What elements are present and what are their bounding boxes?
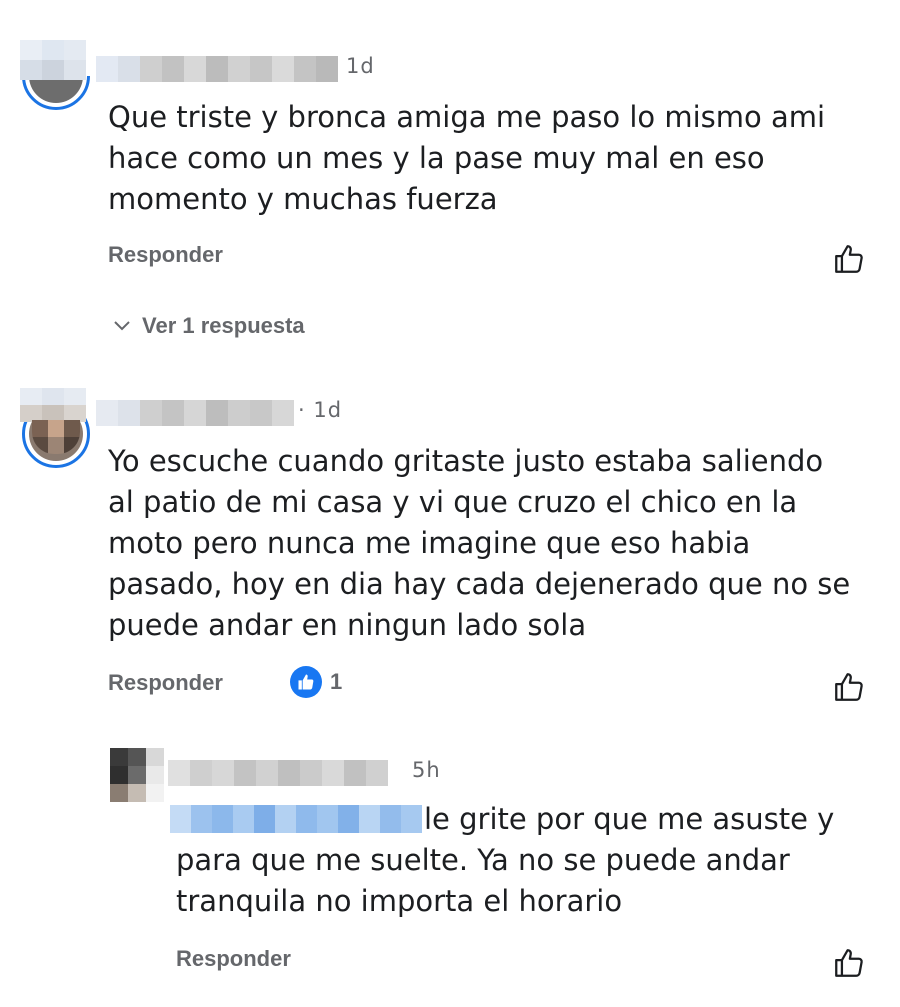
view-replies-button[interactable]: Ver 1 respuesta — [112, 313, 305, 339]
reply-text-line: le grite por que me asuste y — [424, 802, 835, 836]
comment-text-line: momento y muchas fuerza — [108, 182, 498, 216]
reply-text-line: tranquila no importa el horario — [176, 884, 623, 918]
comment-timestamp[interactable]: · 1d — [298, 398, 342, 422]
reaction-summary[interactable]: 1 — [290, 666, 342, 698]
thumbs-up-outline-icon[interactable] — [832, 670, 866, 704]
view-replies-label: Ver 1 respuesta — [142, 313, 305, 338]
reply-button[interactable]: Responder — [108, 242, 223, 268]
author-name-blurred[interactable] — [168, 760, 388, 786]
comment-text-line: Que triste y bronca amiga me paso lo mis… — [108, 100, 826, 134]
mention-blurred[interactable] — [170, 805, 422, 833]
comment-text-line: hace como un mes y la pase muy mal en es… — [108, 141, 765, 175]
thumbs-up-outline-icon[interactable] — [832, 946, 866, 980]
comment-text-line: puede andar en ningun lado sola — [108, 608, 587, 642]
reply-button[interactable]: Responder — [108, 670, 223, 696]
reply-timestamp[interactable]: 5h — [412, 758, 441, 782]
avatar[interactable] — [110, 748, 164, 802]
comment-text-line: pasado, hoy en dia hay cada dejenerado q… — [108, 567, 851, 601]
reaction-count: 1 — [330, 669, 343, 694]
thumbs-up-filled-icon — [290, 666, 322, 698]
reply-text-line: para que me suelte. Ya no se puede andar — [176, 843, 790, 877]
avatar-top-blur — [20, 388, 86, 422]
author-name-blurred[interactable] — [96, 56, 338, 82]
thumbs-up-outline-icon[interactable] — [832, 242, 866, 276]
comment-text-line: moto pero nunca me imagine que eso habia — [108, 526, 751, 560]
comment-text-line: al patio de mi casa y vi que cruzo el ch… — [108, 485, 798, 519]
comment-timestamp[interactable]: 1d — [346, 54, 375, 78]
avatar-top-blur — [20, 40, 86, 80]
chevron-down-icon — [114, 321, 130, 331]
comment-text-line: Yo escuche cuando gritaste justo estaba … — [108, 444, 824, 478]
author-name-blurred[interactable] — [96, 400, 294, 426]
reply-button[interactable]: Responder — [176, 946, 291, 972]
